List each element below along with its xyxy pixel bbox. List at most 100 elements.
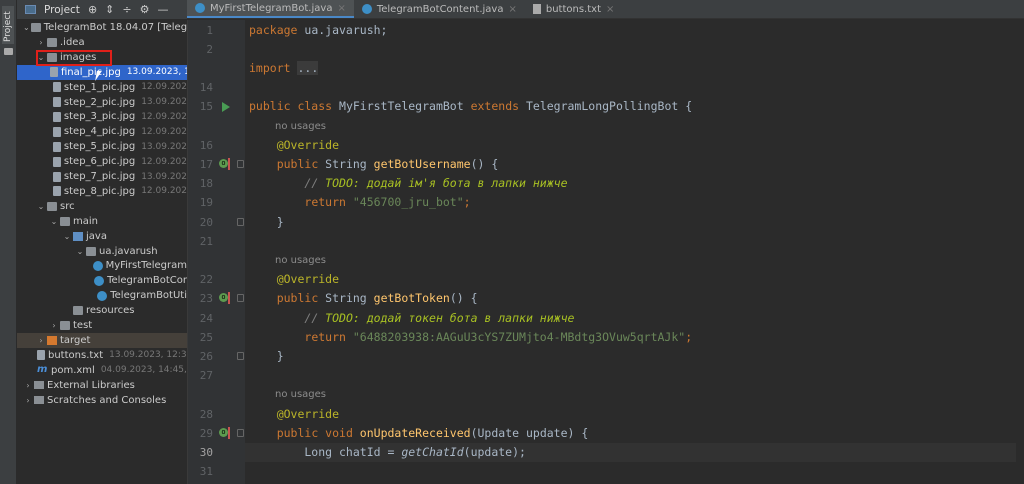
tree-item[interactable]: step_8_pic.jpg 12.09.202	[17, 184, 187, 199]
override-icon[interactable]: o	[219, 427, 228, 437]
expand-all-icon[interactable]: ⇕	[105, 3, 114, 16]
tree-item-meta: 12.09.202	[141, 82, 187, 93]
file-icon	[52, 111, 61, 122]
tree-item-label: Scratches and Consoles	[47, 394, 167, 406]
chevron-down-icon[interactable]: ⌄	[36, 202, 46, 211]
chevron-right-icon[interactable]: ›	[23, 381, 33, 390]
close-icon[interactable]: ×	[337, 3, 345, 14]
tab-myfirsttelegrambot-java[interactable]: MyFirstTelegramBot.java ×	[187, 0, 354, 18]
code-token: String	[325, 156, 374, 171]
tree-item-meta: 13.09.202	[141, 141, 187, 152]
tree-item[interactable]: step_2_pic.jpg 13.09.202	[17, 95, 187, 110]
tree-item[interactable]: ⌄ main	[17, 214, 187, 229]
gutter-line: 21	[188, 232, 246, 251]
tree-item[interactable]: step_4_pic.jpg 12.09.202	[17, 124, 187, 139]
gutter-line: 26	[188, 347, 246, 366]
folder-icon	[47, 201, 57, 211]
chevron-right-icon[interactable]: ›	[36, 336, 46, 345]
line-number: 30	[199, 445, 213, 459]
tree-item-label: step_5_pic.jpg	[63, 141, 136, 153]
tab-buttons-txt[interactable]: buttons.txt ×	[525, 0, 623, 18]
tree-item[interactable]: resources	[17, 303, 187, 318]
tree-item[interactable]: › test	[17, 318, 187, 333]
code-line: public class MyFirstTelegramBot extends …	[245, 97, 1024, 116]
code-line: public void onUpdateReceived(Update upda…	[245, 424, 1024, 443]
tree-item[interactable]: TelegramBotUti	[17, 288, 187, 303]
chevron-right-icon[interactable]: ›	[49, 321, 59, 330]
tree-item[interactable]: step_1_pic.jpg 12.09.202	[17, 80, 187, 95]
code-token: getBotToken	[373, 291, 450, 306]
editor-scrollbar[interactable]	[1016, 20, 1024, 484]
gutter-line: 19	[188, 193, 246, 212]
close-icon[interactable]: ×	[606, 4, 614, 15]
project-panel-title[interactable]: Project	[44, 4, 80, 16]
tree-item[interactable]: ⌄ TelegramBot 18.04.07 [Telegra	[17, 20, 187, 35]
tab-telegrambotcontent-java[interactable]: TelegramBotContent.java ×	[354, 0, 525, 18]
chevron-down-icon[interactable]: ⌄	[49, 217, 59, 226]
chevron-down-icon[interactable]: ⌄	[23, 23, 30, 32]
minimize-icon[interactable]: —	[157, 3, 168, 16]
tab-label: TelegramBotContent.java	[376, 3, 504, 15]
code-token: }	[249, 348, 284, 363]
code-line: package ua.javarush;	[245, 21, 1024, 40]
code-token: public	[276, 156, 326, 171]
tree-item-label: main	[73, 215, 98, 227]
project-tool-button[interactable]: Project	[2, 6, 14, 44]
tree-item[interactable]: ⌄ ua.javarush	[17, 244, 187, 259]
tree-item[interactable]: › Scratches and Consoles	[17, 393, 187, 408]
tree-item[interactable]: MyFirstTelegram	[17, 258, 187, 273]
chevron-right-icon[interactable]: ›	[36, 38, 46, 47]
tree-item[interactable]: › .idea	[17, 35, 187, 50]
fold-icon[interactable]	[237, 294, 244, 303]
tree-item[interactable]: final_pic.jpg 13.09.2023, 16:40, 113,02 k…	[17, 64, 187, 80]
locate-icon[interactable]: ⊕	[88, 3, 97, 16]
code-token: extends	[470, 99, 526, 114]
code-hint: no usages	[275, 389, 327, 401]
tree-item[interactable]: ⌄ src	[17, 199, 187, 214]
tree-item[interactable]: step_7_pic.jpg 13.09.202	[17, 169, 187, 184]
override-arrow-icon	[228, 157, 230, 170]
gutter-line: 2	[188, 40, 246, 59]
tree-item[interactable]: › target	[17, 332, 187, 348]
tree-item[interactable]: buttons.txt 13.09.2023, 12:30	[17, 348, 187, 363]
line-number: 1	[206, 23, 213, 37]
tree-item-meta: 13.09.2023, 12:30	[109, 350, 187, 361]
chevron-down-icon[interactable]: ⌄	[75, 247, 85, 256]
fold-icon[interactable]	[237, 159, 244, 168]
tree-item[interactable]: m pom.xml 04.09.2023, 14:45, 9	[17, 363, 187, 378]
override-icon[interactable]: o	[219, 293, 228, 303]
run-icon[interactable]	[222, 102, 230, 113]
code-token: import	[249, 60, 298, 75]
tree-item[interactable]: TelegramBotCor	[17, 273, 187, 288]
tree-item[interactable]: step_3_pic.jpg 12.09.202	[17, 109, 187, 124]
chevron-right-icon[interactable]: ›	[23, 396, 33, 405]
fold-icon[interactable]	[237, 351, 244, 360]
maven-icon: m	[37, 364, 48, 376]
fold-icon[interactable]	[237, 217, 244, 226]
folder-icon[interactable]	[4, 48, 13, 55]
code-editor[interactable]: package ua.javarush; import ... public cla…	[245, 20, 1024, 484]
gutter-line: 27	[188, 366, 246, 385]
chevron-down-icon[interactable]: ⌄	[62, 232, 72, 241]
close-icon[interactable]: ×	[508, 4, 516, 15]
code-line: return "6488203938:AAGuU3cYS7ZUMjto4-MBd…	[245, 328, 1024, 347]
tree-item[interactable]: step_5_pic.jpg 13.09.202	[17, 139, 187, 154]
gutter-line: 15	[188, 97, 246, 116]
collapse-all-icon[interactable]: ÷	[122, 3, 131, 16]
gutter-line: 16	[188, 136, 246, 155]
override-icon[interactable]: o	[219, 158, 228, 168]
code-token: @Override	[276, 272, 340, 287]
fold-icon[interactable]	[237, 428, 244, 437]
code-token: @Override	[276, 137, 340, 152]
tree-item[interactable]: ⌄ java	[17, 229, 187, 244]
tree-item[interactable]: step_6_pic.jpg 12.09.202	[17, 154, 187, 169]
line-number: 24	[199, 311, 213, 325]
gear-icon[interactable]: ⚙	[140, 3, 150, 16]
code-token: "456700_jru_bot"	[352, 195, 464, 210]
code-token: (Update update) {	[470, 425, 589, 440]
tree-item[interactable]: › External Libraries	[17, 378, 187, 393]
